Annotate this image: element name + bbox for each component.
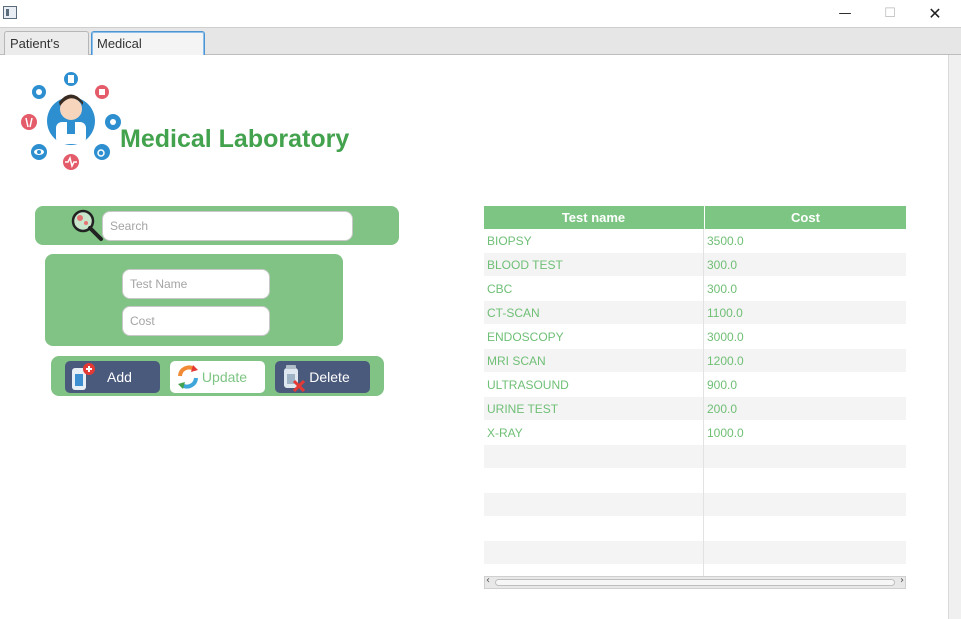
table-row[interactable]: ENDOSCOPY 3000.0 xyxy=(484,325,906,349)
update-button[interactable]: Update xyxy=(170,361,265,393)
cell-test-name: BIOPSY xyxy=(487,234,532,248)
delete-button-label: Delete xyxy=(309,369,350,385)
empty-table-row[interactable] xyxy=(484,541,906,565)
close-button[interactable]: ✕ xyxy=(912,0,958,27)
test-name-field[interactable]: Test Name xyxy=(122,269,270,299)
cell-cost xyxy=(703,469,906,493)
right-edge xyxy=(948,55,961,619)
cell-cost: 3000.0 xyxy=(703,325,906,349)
table-row[interactable]: ULTRASOUND 900.0 xyxy=(484,373,906,397)
minimize-button[interactable]: — xyxy=(822,0,868,27)
tab-patients-tests[interactable]: Patient's Tests xyxy=(4,31,89,74)
doctor-medical-logo xyxy=(21,72,121,170)
cell-test-name: CT-SCAN xyxy=(487,306,540,320)
title-bar: — ☐ ✕ xyxy=(0,0,961,27)
cell-test-name xyxy=(484,517,703,541)
scroll-right-icon[interactable]: › xyxy=(900,575,904,586)
cell-cost: 1100.0 xyxy=(703,301,906,325)
table-body: BIOPSY 3500.0 BLOOD TEST 300.0 CBC 300.0 CT-SC… xyxy=(484,229,906,576)
delete-button[interactable]: Delete xyxy=(275,361,370,393)
cell-cost: 1200.0 xyxy=(703,349,906,373)
medical-laboratory-panel: Medical Laboratory Search Test Name Cost… xyxy=(0,55,948,619)
update-button-label: Update xyxy=(201,369,248,385)
cell-test-name xyxy=(484,493,703,517)
cell-cost xyxy=(703,493,906,517)
cell-cost: 3500.0 xyxy=(703,229,906,253)
table-row[interactable]: BIOPSY 3500.0 xyxy=(484,229,906,253)
cell-test-name: URINE TEST xyxy=(487,402,559,416)
column-header-cost[interactable]: Cost xyxy=(704,206,906,229)
tab-bar: Patient's Tests Medical Laboratory xyxy=(0,27,961,74)
search-icon xyxy=(71,209,103,241)
cost-field[interactable]: Cost xyxy=(122,306,270,336)
table-row[interactable]: BLOOD TEST 300.0 xyxy=(484,253,906,277)
cell-test-name xyxy=(484,445,703,469)
empty-table-row[interactable] xyxy=(484,565,906,576)
table-row[interactable]: X-RAY 1000.0 xyxy=(484,421,906,445)
cell-cost: 300.0 xyxy=(703,253,906,277)
column-header-test-name[interactable]: Test name xyxy=(484,206,703,229)
horizontal-scrollbar[interactable]: ‹ › xyxy=(484,575,906,589)
cell-test-name: CBC xyxy=(487,282,513,296)
add-button-label: Add xyxy=(107,369,132,385)
cell-cost xyxy=(703,565,906,576)
cell-cost: 200.0 xyxy=(703,397,906,421)
cell-cost xyxy=(703,541,906,565)
cell-test-name: ULTRASOUND xyxy=(487,378,569,392)
scroll-left-icon[interactable]: ‹ xyxy=(486,575,490,586)
cell-test-name: ENDOSCOPY xyxy=(487,330,564,344)
app-window: — ☐ ✕ Patient's Tests Medical Laboratory xyxy=(0,0,961,619)
cell-test-name xyxy=(484,565,703,576)
table-header: Test name Cost xyxy=(484,206,906,229)
empty-table-row[interactable] xyxy=(484,469,906,493)
scrollbar-thumb[interactable] xyxy=(495,579,895,586)
empty-table-row[interactable] xyxy=(484,445,906,469)
table-row[interactable]: URINE TEST 200.0 xyxy=(484,397,906,421)
cell-cost: 1000.0 xyxy=(703,421,906,445)
cell-test-name xyxy=(484,469,703,493)
cell-test-name: BLOOD TEST xyxy=(487,258,563,272)
search-input[interactable]: Search xyxy=(102,211,353,241)
app-window-icon xyxy=(3,6,17,19)
cell-cost: 300.0 xyxy=(703,277,906,301)
tab-medical-laboratory[interactable]: Medical Laboratory xyxy=(91,31,205,74)
maximize-button[interactable]: ☐ xyxy=(867,0,913,27)
cell-cost: 900.0 xyxy=(703,373,906,397)
cell-test-name: MRI SCAN xyxy=(487,354,546,368)
cell-test-name: X-RAY xyxy=(487,426,523,440)
cell-cost xyxy=(703,445,906,469)
empty-table-row[interactable] xyxy=(484,517,906,541)
cell-cost xyxy=(703,517,906,541)
cell-test-name xyxy=(484,541,703,565)
table-row[interactable]: MRI SCAN 1200.0 xyxy=(484,349,906,373)
empty-table-row[interactable] xyxy=(484,493,906,517)
add-button[interactable]: Add xyxy=(65,361,160,393)
table-row[interactable]: CT-SCAN 1100.0 xyxy=(484,301,906,325)
tests-table: Test name Cost BIOPSY 3500.0 BLOOD TEST 300… xyxy=(484,206,906,591)
table-row[interactable]: CBC 300.0 xyxy=(484,277,906,301)
page-title: Medical Laboratory xyxy=(120,125,350,153)
